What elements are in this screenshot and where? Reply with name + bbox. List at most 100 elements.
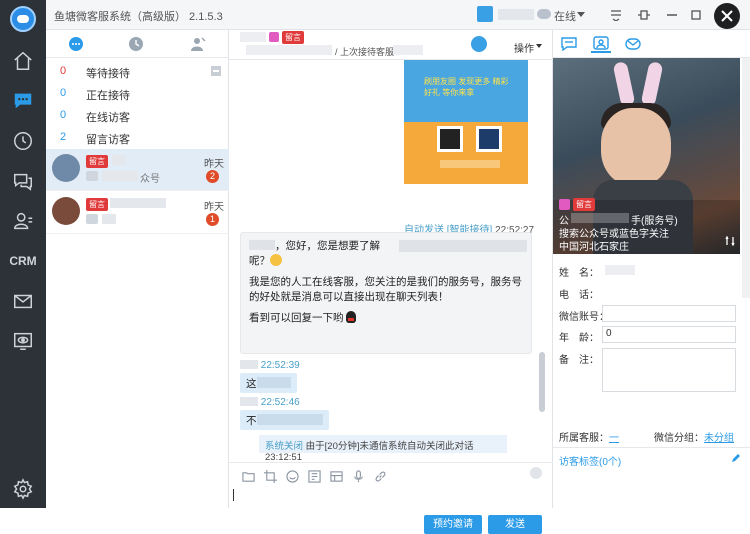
chat-info-tab-icon[interactable] — [559, 35, 579, 53]
last-agent-redacted — [393, 45, 423, 55]
status-select[interactable]: 在线 — [554, 8, 576, 24]
appointment-invite-button[interactable]: 预约邀请 — [424, 515, 482, 534]
maximize-icon[interactable] — [688, 7, 704, 23]
group-link[interactable]: 未分组 — [704, 433, 734, 444]
category-online-visitors[interactable]: 0 在线访客 — [46, 104, 229, 126]
note-textarea[interactable] — [602, 348, 736, 392]
folder-icon[interactable] — [237, 467, 259, 485]
mail-tab-icon[interactable] — [623, 35, 643, 53]
category-count: 0 — [60, 87, 67, 99]
wechat-icon — [86, 171, 98, 181]
visitor-name-redacted — [240, 397, 258, 406]
visitor-name-redacted — [240, 32, 266, 42]
messages-icon[interactable] — [0, 164, 46, 198]
name-redacted — [112, 155, 126, 165]
last-agent-label: / 上次接待客服 — [335, 47, 395, 57]
phone-input[interactable] — [602, 283, 736, 300]
session-item[interactable]: 留言 昨天 1 — [46, 192, 229, 234]
crop-icon[interactable] — [259, 467, 281, 485]
app-window: CRM 鱼塘微客服系统（高级版） 2.1.5.3 在线 0 等待接待 0 正在接… — [0, 0, 750, 534]
crm-nav-item[interactable]: CRM — [0, 244, 46, 278]
session-list-tabs — [46, 30, 229, 58]
clock-history-icon[interactable] — [0, 124, 46, 158]
owner-row: 所属客服：一 — [559, 429, 619, 444]
swap-icon[interactable] — [725, 236, 735, 246]
message-time: 23:12:51 — [265, 452, 302, 462]
operations-menu[interactable]: 操作 — [514, 40, 534, 55]
chat-header: 留言 / 上次接待客服 操作 — [229, 30, 553, 60]
name-redacted — [110, 198, 166, 208]
owner-link[interactable]: 一 — [609, 433, 619, 444]
visitor-info-redacted — [246, 45, 332, 55]
profile-tab-icon[interactable] — [591, 35, 611, 53]
collapse-icon[interactable] — [211, 66, 221, 76]
message-tag: 留言 — [86, 155, 108, 168]
message-time: 22:52:39 — [260, 360, 300, 371]
category-message-visitors[interactable]: 2 留言访客 — [46, 126, 229, 148]
edit-pen-icon[interactable] — [731, 453, 741, 463]
cloud-icon — [537, 9, 551, 19]
settings-gear-icon[interactable] — [0, 472, 46, 506]
app-logo-icon — [10, 6, 36, 32]
title-bar: 鱼塘微客服系统（高级版） 2.1.5.3 在线 — [46, 0, 750, 30]
visitor-photo[interactable]: 留言 公 手(服务号) 搜索公众号或蓝色字关注 中国河北石家庄 — [553, 58, 740, 254]
message-input[interactable] — [233, 485, 545, 509]
message-time: 22:52:46 — [260, 397, 300, 408]
chat-scrollbar[interactable] — [539, 352, 545, 412]
name-label: 姓 名： — [559, 268, 599, 279]
info-tabs — [553, 30, 750, 58]
mail-icon[interactable] — [0, 284, 46, 318]
composer: 预约邀请 发送 — [229, 462, 553, 534]
visitor-info-panel: 留言 公 手(服务号) 搜索公众号或蓝色字关注 中国河北石家庄 姓 名： 电 话… — [553, 30, 750, 508]
wechat-input[interactable] — [602, 305, 736, 322]
category-count: 2 — [60, 131, 67, 143]
contacts-tab-icon[interactable] — [188, 34, 208, 54]
age-input[interactable]: 0 — [602, 326, 736, 343]
resize-icon[interactable] — [636, 7, 652, 23]
microphone-icon[interactable] — [347, 467, 369, 485]
chat-tab-icon[interactable] — [66, 34, 86, 54]
session-item[interactable]: 留言 众号 昨天 2 — [46, 149, 229, 191]
contacts-icon[interactable] — [0, 204, 46, 238]
phone-label: 电 话： — [559, 290, 599, 301]
message-tag: 留言 — [573, 198, 595, 211]
visitor-tags-label[interactable]: 访客标签(0个) — [559, 453, 621, 468]
agent-message: ，您好，您是想要了解 呢？ 我是您的人工在线客服，您关注的是我们的服务号，服务号… — [240, 232, 532, 354]
chat-bubble-icon[interactable] — [0, 84, 46, 118]
monitor-eye-icon[interactable] — [0, 324, 46, 358]
session-list-panel: 0 等待接待 0 正在接待 0 在线访客 2 留言访客 留言 众号 昨天 2 留… — [46, 30, 229, 508]
emoji-icon[interactable] — [281, 467, 303, 485]
close-icon[interactable] — [714, 3, 740, 29]
minimize-icon[interactable] — [664, 7, 680, 23]
promo-poster-image[interactable]: 刷朋友圈 发现更多 精彩好礼 等你来拿 — [404, 60, 528, 184]
poster-caption — [440, 160, 500, 168]
history-tab-icon[interactable] — [126, 34, 146, 54]
owner-label: 所属客服： — [559, 433, 609, 444]
poster-text: 刷朋友圈 发现更多 精彩好礼 等你来拿 — [424, 77, 509, 97]
link-icon[interactable] — [369, 467, 391, 485]
menu-icon[interactable] — [608, 7, 624, 23]
card-icon[interactable] — [325, 467, 347, 485]
quick-reply-icon[interactable] — [303, 467, 325, 485]
category-count: 0 — [60, 109, 67, 121]
info-scrollbar[interactable] — [742, 58, 750, 298]
category-serving[interactable]: 0 正在接待 — [46, 82, 229, 104]
photo-face — [601, 108, 671, 186]
home-icon[interactable] — [0, 44, 46, 78]
send-button[interactable]: 发送 — [488, 515, 542, 534]
chevron-down-icon[interactable] — [577, 12, 585, 17]
left-rail: CRM — [0, 0, 46, 508]
system-close-label: 系统关闭 — [265, 441, 304, 452]
session-time: 昨天 — [204, 202, 224, 213]
agent-avatar[interactable] — [477, 6, 493, 22]
text-redacted — [256, 414, 323, 425]
category-waiting[interactable]: 0 等待接待 — [46, 60, 229, 82]
name-value[interactable] — [602, 261, 736, 278]
agent-msg-line2: 我是您的人工在线客服，您关注的是我们的服务号，服务号的好处就是消息可以直接出现在… — [249, 276, 522, 303]
text-redacted — [256, 377, 291, 388]
chevron-down-icon[interactable] — [536, 44, 542, 48]
name-redacted — [249, 240, 275, 250]
visitor-meta: 22:52:46 — [240, 397, 300, 408]
transfer-icon[interactable] — [471, 36, 487, 52]
composer-resize-icon[interactable] — [530, 467, 542, 479]
